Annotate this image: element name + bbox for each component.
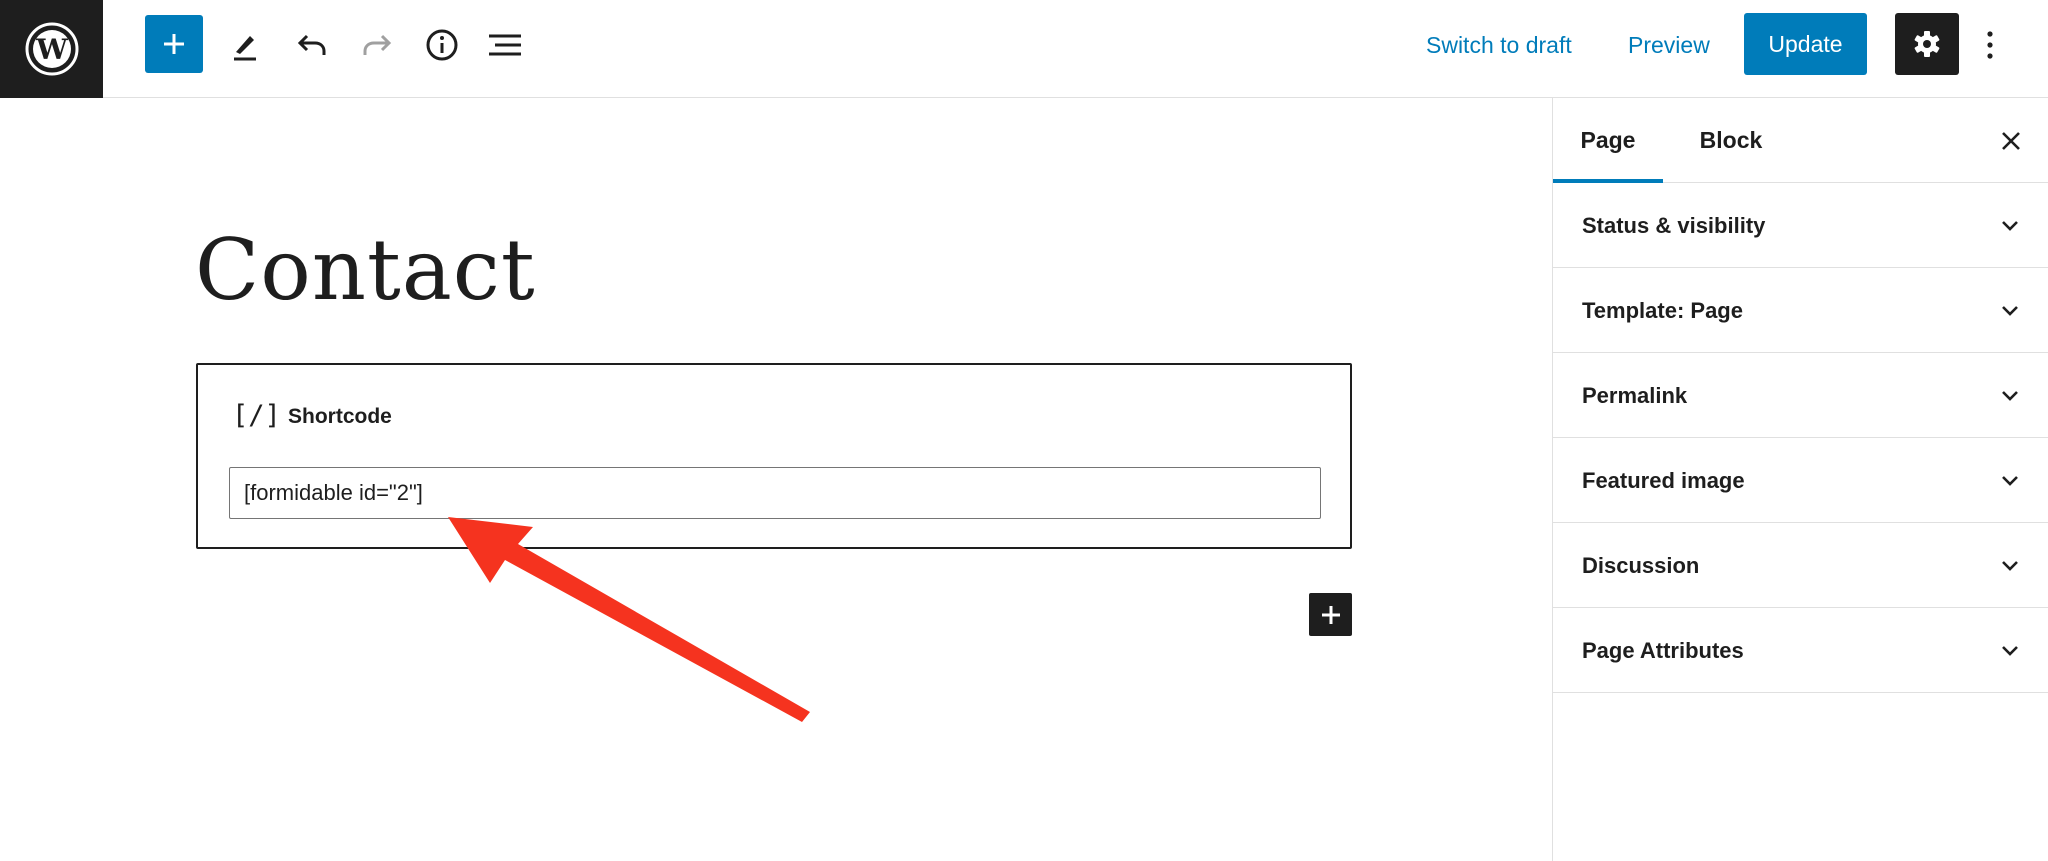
panel-label: Page Attributes [1582, 638, 1744, 663]
block-inserter-button[interactable] [1309, 593, 1352, 636]
undo-button[interactable] [287, 20, 337, 70]
panel-featured-image[interactable]: Featured image [1553, 438, 2048, 523]
settings-sidebar: Page Block Status & visibility Template:… [1552, 98, 2048, 861]
tab-page[interactable]: Page [1553, 98, 1663, 183]
chevron-down-icon [2002, 476, 2018, 486]
shortcode-input[interactable]: [formidable id="2"] [229, 467, 1321, 519]
switch-to-draft-button[interactable]: Switch to draft [1426, 28, 1572, 62]
sidebar-tabs: Page Block [1553, 98, 2048, 183]
panel-status-visibility[interactable]: Status & visibility [1553, 183, 2048, 268]
settings-button[interactable] [1895, 13, 1959, 75]
plus-icon [1321, 605, 1340, 624]
panel-template[interactable]: Template: Page [1553, 268, 2048, 353]
redo-button[interactable] [352, 20, 402, 70]
panel-discussion[interactable]: Discussion [1553, 523, 2048, 608]
wordpress-logo-icon: W [25, 22, 78, 76]
plus-icon [164, 34, 184, 54]
info-icon [426, 29, 458, 61]
gear-icon [1914, 31, 1940, 57]
redo-icon [363, 34, 392, 55]
panel-label: Template: Page [1582, 298, 1743, 323]
chevron-down-icon [2002, 221, 2018, 231]
add-block-button[interactable] [145, 15, 203, 73]
details-button[interactable] [417, 20, 467, 70]
panel-page-attributes[interactable]: Page Attributes [1553, 608, 2048, 693]
update-button[interactable]: Update [1744, 13, 1867, 75]
wordpress-logo-button[interactable]: W [0, 0, 103, 98]
chevron-down-icon [2002, 646, 2018, 656]
pencil-icon [234, 36, 256, 61]
chevron-down-icon [2002, 391, 2018, 401]
preview-button[interactable]: Preview [1628, 28, 1710, 62]
svg-text:W: W [35, 33, 68, 66]
shortcode-block-label: Shortcode [288, 405, 392, 428]
shortcode-icon: [/] [232, 400, 281, 431]
tab-block[interactable]: Block [1681, 98, 1781, 183]
more-vertical-icon [1987, 31, 1993, 59]
chevron-down-icon [2002, 306, 2018, 316]
shortcode-block[interactable]: [/] Shortcode [formidable id="2"] [196, 363, 1352, 549]
panel-label: Permalink [1582, 383, 1688, 408]
panel-permalink[interactable]: Permalink [1553, 353, 2048, 438]
list-view-icon [489, 34, 521, 56]
panel-label: Featured image [1582, 468, 1745, 493]
list-view-button[interactable] [480, 20, 530, 70]
chevron-down-icon [2002, 561, 2018, 571]
close-icon [2002, 132, 2020, 150]
undo-icon [297, 34, 326, 55]
tools-button[interactable] [220, 20, 270, 70]
editor-header: W Switch to draft Preview Update [0, 0, 2048, 98]
page-title[interactable]: Contact [195, 215, 536, 325]
close-sidebar-button[interactable] [1993, 123, 2029, 159]
more-options-button[interactable] [1975, 20, 2005, 70]
panel-label: Status & visibility [1582, 213, 1766, 238]
panel-label: Discussion [1582, 553, 1700, 578]
